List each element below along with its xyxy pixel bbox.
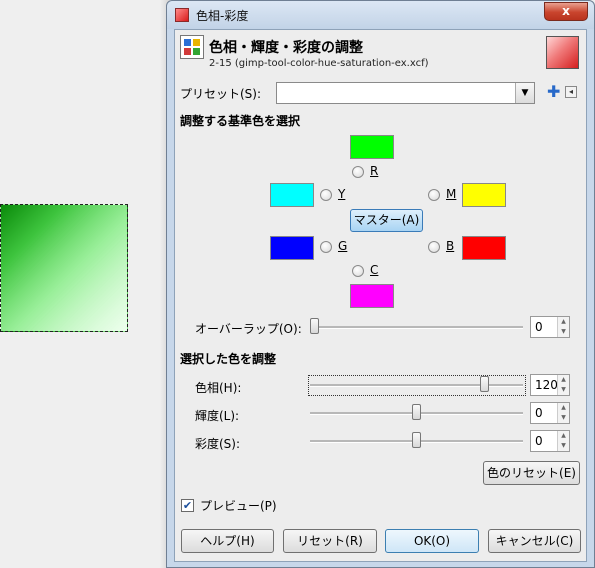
hue-value: 120 [535,378,558,392]
overlap-value: 0 [535,320,543,334]
saturation-label: 彩度(S): [195,437,241,451]
image-canvas[interactable] [0,0,166,568]
lightness-spinner[interactable]: 0 ▲ ▼ [530,402,570,424]
radio-green[interactable] [320,241,332,253]
hue-saturation-dialog: 色相-彩度 x 色相・輝度・彩度の調整 2-15 (gimp-tool-colo… [166,0,595,568]
lightness-slider-handle[interactable] [412,404,421,420]
master-button[interactable]: マスター(A) [350,209,423,232]
swatch-green [270,236,314,260]
dialog-content: 色相・輝度・彩度の調整 2-15 (gimp-tool-color-hue-sa… [174,29,587,562]
radio-magenta-label: M [446,187,457,201]
hue-saturation-tool-icon [180,35,204,59]
primary-section-title: 調整する基準色を選択 [180,114,301,128]
help-button[interactable]: ヘルプ(H) [181,529,274,553]
swatch-blue [462,236,506,260]
spin-arrows-icon[interactable]: ▲ ▼ [557,317,569,337]
swatch-magenta [462,183,506,207]
swatch-yellow [270,183,314,207]
radio-red[interactable] [352,166,364,178]
saturation-spinner[interactable]: 0 ▲ ▼ [530,430,570,452]
saturation-value: 0 [535,434,543,448]
app-icon [175,8,189,22]
image-preview-thumbnail [546,36,579,69]
lightness-value: 0 [535,406,543,420]
add-preset-icon[interactable]: ✚ [547,84,560,100]
hue-slider-handle[interactable] [479,376,489,392]
radio-magenta[interactable] [428,189,440,201]
preset-combo[interactable]: ▼ [276,82,535,104]
radio-blue-label: B [446,239,455,253]
radio-green-label: G [338,239,348,253]
radio-yellow[interactable] [320,189,332,201]
hue-label: 色相(H): [195,381,242,395]
radio-blue[interactable] [428,241,440,253]
overlap-slider-handle[interactable] [310,318,319,334]
dialog-header: 色相・輝度・彩度の調整 2-15 (gimp-tool-color-hue-sa… [175,30,586,76]
reset-button[interactable]: リセット(R) [283,529,377,553]
hue-spinner[interactable]: 120 ▲ ▼ [530,374,570,396]
preset-menu-icon[interactable]: ◂ [565,86,577,98]
window-title: 色相-彩度 [196,9,249,23]
cancel-button[interactable]: キャンセル(C) [488,529,581,553]
reset-color-button[interactable]: 色のリセット(E) [483,461,580,485]
adjust-section-title: 選択した色を調整 [180,352,277,366]
radio-cyan[interactable] [352,265,364,277]
close-button[interactable]: x [544,2,588,21]
preview-label: プレビュー(P) [200,499,277,513]
swatch-red [350,135,394,159]
saturation-slider-handle[interactable] [412,432,421,448]
overlap-spinner[interactable]: 0 ▲ ▼ [530,316,570,338]
radio-yellow-label: Y [338,187,346,201]
swatch-cyan [350,284,394,308]
overlap-label: オーバーラップ(O): [195,322,302,336]
titlebar[interactable]: 色相-彩度 x [167,1,594,29]
overlap-slider-track[interactable] [310,326,523,329]
header-subtitle: 2-15 (gimp-tool-color-hue-saturation-ex.… [209,58,429,69]
hue-slider-track[interactable] [310,384,523,387]
radio-cyan-label: C [370,263,379,277]
preview-checkbox[interactable]: ✔ [181,499,194,512]
ok-button[interactable]: OK(O) [385,529,479,553]
lightness-label: 輝度(L): [195,409,240,423]
spin-arrows-icon[interactable]: ▲ ▼ [557,431,569,451]
spin-arrows-icon[interactable]: ▲ ▼ [557,375,569,395]
spin-arrows-icon[interactable]: ▲ ▼ [557,403,569,423]
header-title: 色相・輝度・彩度の調整 [209,40,363,56]
radio-red-label: R [370,164,379,178]
preset-label: プリセット(S): [180,87,262,101]
green-gradient-layer[interactable] [0,204,128,332]
chevron-down-icon[interactable]: ▼ [515,83,534,103]
